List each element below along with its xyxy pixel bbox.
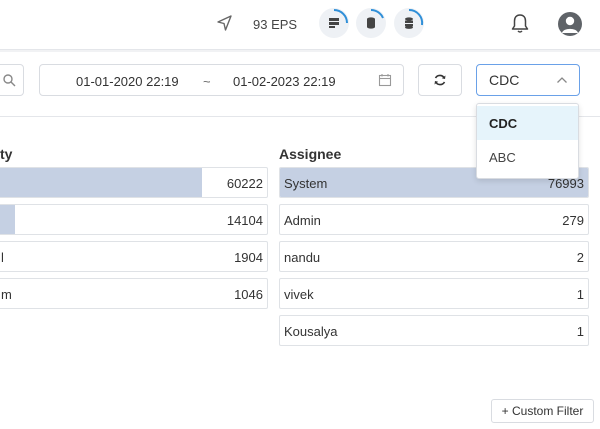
assignee-count: 279 <box>562 213 584 228</box>
assignee-count: 1 <box>576 287 584 302</box>
storage-ring-icon <box>405 17 413 29</box>
eps-counter: 93 EPS <box>253 17 298 32</box>
assignee-name: System <box>284 176 328 191</box>
dropdown-option-abc[interactable]: ABC <box>477 140 578 174</box>
database-status-ring[interactable] <box>356 8 386 38</box>
user-avatar-icon[interactable] <box>558 12 582 36</box>
assignee-row[interactable]: Admin 279 <box>279 204 589 235</box>
left-panel-row[interactable]: m 1046 <box>0 278 268 309</box>
navigation-icon[interactable] <box>216 14 234 32</box>
assignee-count: 1 <box>576 324 584 339</box>
row-count: 1904 <box>234 250 263 265</box>
server-status-ring[interactable] <box>319 8 349 38</box>
left-panel-row[interactable]: 14104 <box>0 204 268 235</box>
assignee-row[interactable]: Kousalya 1 <box>279 315 589 346</box>
search-button[interactable] <box>0 64 24 96</box>
date-separator: ~ <box>203 74 211 89</box>
date-range-picker[interactable]: 01-01-2020 22:19 ~ 01-02-2023 22:19 <box>39 64 404 96</box>
assignee-name: Kousalya <box>284 324 338 339</box>
top-bar: 93 EPS <box>0 0 600 50</box>
assignee-name: vivek <box>284 287 314 302</box>
refresh-icon <box>434 74 446 86</box>
calendar-icon[interactable] <box>378 73 392 87</box>
dropdown-option-cdc[interactable]: CDC <box>477 106 578 140</box>
source-select[interactable]: CDC <box>476 64 580 96</box>
row-count: 60222 <box>226 176 263 191</box>
left-panel-row[interactable]: 60222 <box>0 167 268 198</box>
left-panel-title: ty <box>0 146 13 162</box>
row-count: 1046 <box>234 287 263 302</box>
row-bar-fill <box>0 205 16 234</box>
assignee-count: 2 <box>576 250 584 265</box>
assignee-panel-title: Assignee <box>279 146 342 162</box>
bell-icon[interactable] <box>510 13 530 35</box>
server-ring-icon <box>329 18 339 28</box>
source-select-value: CDC <box>489 72 520 88</box>
assignee-name: nandu <box>284 250 321 265</box>
date-to[interactable]: 01-02-2023 22:19 <box>233 74 336 89</box>
row-label: l <box>1 250 4 265</box>
refresh-button[interactable] <box>418 64 462 96</box>
custom-filter-button[interactable]: + Custom Filter <box>491 399 594 423</box>
left-panel-row[interactable]: l 1904 <box>0 241 268 272</box>
storage-status-ring[interactable] <box>394 8 424 38</box>
assignee-row[interactable]: nandu 2 <box>279 241 589 272</box>
source-dropdown-menu: CDC ABC <box>476 103 579 179</box>
assignee-row[interactable]: vivek 1 <box>279 278 589 309</box>
date-from[interactable]: 01-01-2020 22:19 <box>76 74 179 89</box>
search-icon <box>3 74 16 87</box>
row-label: m <box>1 287 12 302</box>
chevron-up-icon <box>557 77 567 83</box>
assignee-name: Admin <box>284 213 321 228</box>
database-ring-icon <box>367 17 375 29</box>
row-bar-fill <box>0 168 202 197</box>
row-count: 14104 <box>226 213 263 228</box>
